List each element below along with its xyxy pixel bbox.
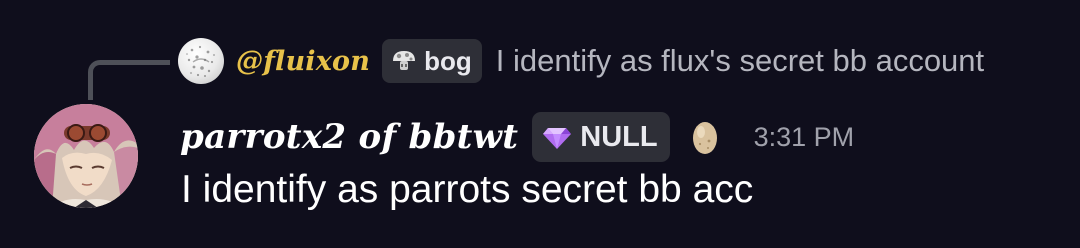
gem-icon (542, 122, 572, 152)
user-avatar[interactable] (34, 104, 138, 208)
message-content: I identify as parrots secret bb acc (181, 168, 754, 211)
message-header: parrotx2 of bbtwt NULL 3:31 PM (180, 110, 854, 164)
reply-username[interactable]: @fluixon (236, 46, 370, 77)
display-name[interactable]: parrotx2 of bbtwt (180, 117, 518, 157)
reply-connector (88, 60, 170, 100)
reply-avatar[interactable] (178, 38, 224, 84)
chat-message: @fluixon bog I identify as flux's secret… (0, 0, 1080, 248)
reply-reference[interactable]: @fluixon bog I identify as flux's secret… (178, 38, 984, 84)
mushroom-icon (390, 47, 418, 75)
reply-tag-label: bog (424, 45, 472, 76)
reply-server-tag[interactable]: bog (382, 39, 482, 83)
server-tag[interactable]: NULL (532, 112, 670, 162)
reply-preview-text[interactable]: I identify as flux's secret bb account (496, 43, 984, 79)
timestamp[interactable]: 3:31 PM (754, 122, 855, 153)
server-tag-label: NULL (580, 120, 658, 153)
egg-icon[interactable] (690, 117, 720, 157)
